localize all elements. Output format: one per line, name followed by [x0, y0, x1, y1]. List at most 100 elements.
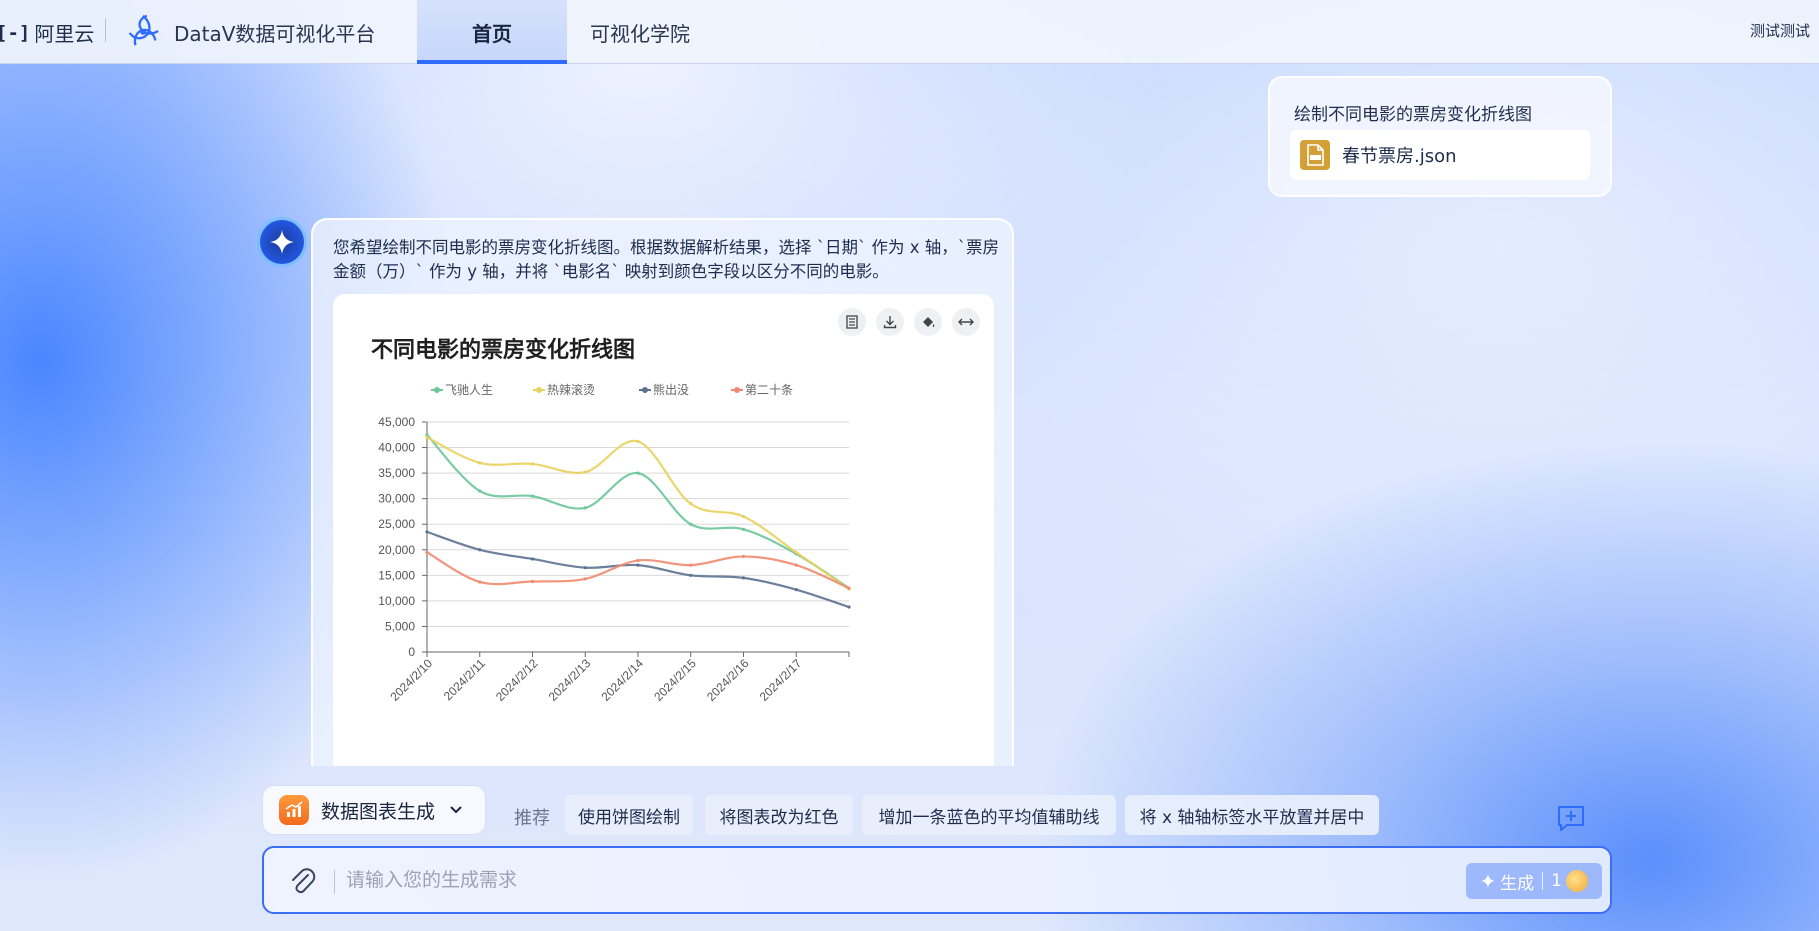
download-icon — [883, 316, 897, 329]
y-tick-label: 30,000 — [378, 492, 415, 506]
aliyun-name: 阿里云 — [34, 22, 95, 46]
chart-card: 0 5,000 10,000 15,000 20,000 25,000 30,000 35,0… — [333, 294, 994, 766]
data-point — [741, 576, 746, 580]
data-point — [636, 439, 640, 444]
y-tick-label: 25,000 — [378, 517, 415, 531]
data-point — [794, 588, 798, 592]
user-message-text: 绘制不同电影的票房变化折线图 — [1294, 105, 1532, 125]
data-point — [478, 548, 482, 552]
aliyun-logo[interactable]: [-] 阿里云 — [0, 18, 94, 47]
generate-separator — [1542, 872, 1544, 890]
tab-visualization-academy[interactable]: 可视化学院 — [580, 0, 700, 64]
data-point — [741, 527, 746, 531]
sparkle-icon — [1481, 874, 1496, 888]
data-point — [847, 586, 851, 590]
y-tick-label: 15,000 — [378, 568, 415, 582]
table-icon — [846, 315, 858, 329]
line-chart: 0 5,000 10,000 15,000 20,000 25,000 30,000 35,0… — [378, 382, 851, 704]
data-point — [689, 563, 693, 567]
legend-label: 热辣滚烫 — [547, 382, 595, 397]
datav-logo-icon[interactable] — [124, 12, 162, 50]
y-tick-label: 35,000 — [378, 466, 415, 480]
x-tick-label: 2024/2/12 — [493, 656, 541, 704]
user-name[interactable]: 测试测试 — [1750, 20, 1810, 41]
data-point — [530, 557, 535, 561]
x-tick-label: 2024/2/14 — [598, 656, 646, 704]
tab-home[interactable]: 首页 — [417, 0, 567, 64]
data-point — [583, 577, 587, 581]
x-tick-label: 2024/2/11 — [441, 656, 488, 703]
x-tick-label: 2024/2/13 — [546, 656, 594, 704]
coin-icon — [1565, 870, 1588, 892]
suggestion-pie-chart[interactable]: 使用饼图绘制 — [565, 795, 693, 835]
assistant-avatar — [260, 220, 304, 264]
suggestion-average-line[interactable]: 增加一条蓝色的平均值辅助线 — [862, 795, 1116, 835]
input-divider — [334, 870, 335, 894]
legend-swatch-marker — [536, 387, 542, 393]
legend-swatch-marker — [642, 387, 648, 393]
product-name: DataV数据可视化平台 — [174, 22, 376, 46]
generate-label: 生成 — [1500, 873, 1535, 894]
style-button[interactable] — [914, 308, 942, 336]
data-point — [530, 579, 535, 584]
x-tick-label: 2024/2/17 — [757, 656, 805, 704]
data-point — [478, 489, 482, 493]
generate-count: 1 — [1551, 871, 1562, 891]
data-point — [478, 580, 482, 584]
data-point — [478, 461, 482, 465]
file-name: 春节票房.json — [1342, 146, 1457, 167]
legend-label: 熊出没 — [653, 382, 689, 397]
table-view-button[interactable] — [838, 308, 866, 336]
brand-divider — [105, 18, 106, 42]
suggestion-x-axis-labels[interactable]: 将 x 轴轴标签水平放置并居中 — [1125, 795, 1379, 835]
data-point — [636, 471, 640, 475]
chart-title: 不同电影的票房变化折线图 — [371, 338, 636, 363]
data-point — [530, 494, 535, 498]
data-point — [583, 566, 587, 570]
x-tick-label: 2024/2/15 — [651, 656, 699, 704]
legend-label: 飞驰人生 — [445, 383, 493, 397]
data-point — [425, 530, 429, 534]
data-point — [794, 550, 798, 554]
y-tick-label: 45,000 — [378, 415, 415, 429]
data-point — [530, 462, 535, 466]
download-button[interactable] — [876, 308, 904, 336]
y-tick-label: 5,000 — [385, 619, 415, 633]
data-point — [425, 550, 429, 554]
sparkle-icon — [270, 230, 294, 254]
data-point — [847, 605, 851, 609]
y-tick-label: 40,000 — [378, 441, 415, 455]
data-point — [689, 522, 693, 526]
y-tick-label: 0 — [408, 645, 415, 659]
data-point — [636, 563, 640, 567]
chevron-down-icon — [450, 806, 462, 814]
generate-button[interactable]: 生成 1 — [1466, 863, 1602, 899]
recommend-label: 推荐 — [514, 808, 550, 829]
assistant-message-bubble: 您希望绘制不同电影的票房变化折线图。根据数据解析结果，选择 `日期` 作为 x … — [311, 218, 1014, 766]
legend-swatch-marker — [434, 387, 440, 393]
expand-button[interactable] — [952, 308, 980, 336]
aliyun-mark: [-] — [0, 21, 31, 44]
data-point — [741, 554, 746, 559]
chart-mode-icon — [279, 795, 309, 825]
paint-bucket-icon — [923, 317, 935, 327]
suggestion-red-chart[interactable]: 将图表改为红色 — [705, 795, 853, 835]
mode-label: 数据图表生成 — [321, 800, 436, 823]
paperclip-icon[interactable] — [288, 866, 316, 896]
y-tick-label: 10,000 — [378, 594, 415, 608]
data-point — [583, 506, 587, 510]
prompt-input-box: 生成 1 — [262, 846, 1612, 914]
new-chat-icon[interactable] — [1556, 804, 1586, 832]
data-point — [636, 558, 640, 563]
legend-label: 第二十条 — [745, 383, 793, 397]
x-tick-label: 2024/2/10 — [387, 656, 435, 704]
series-line — [426, 530, 850, 609]
mode-selector[interactable]: 数据图表生成 — [262, 785, 486, 835]
x-tick-label: 2024/2/16 — [704, 656, 752, 704]
attached-file-chip[interactable]: 春节票房.json — [1290, 130, 1590, 180]
data-point — [689, 502, 693, 506]
json-file-icon — [1300, 140, 1330, 170]
prompt-input[interactable] — [346, 860, 1386, 900]
assistant-message-text: 您希望绘制不同电影的票房变化折线图。根据数据解析结果，选择 `日期` 作为 x … — [333, 238, 999, 281]
data-point — [689, 573, 693, 577]
